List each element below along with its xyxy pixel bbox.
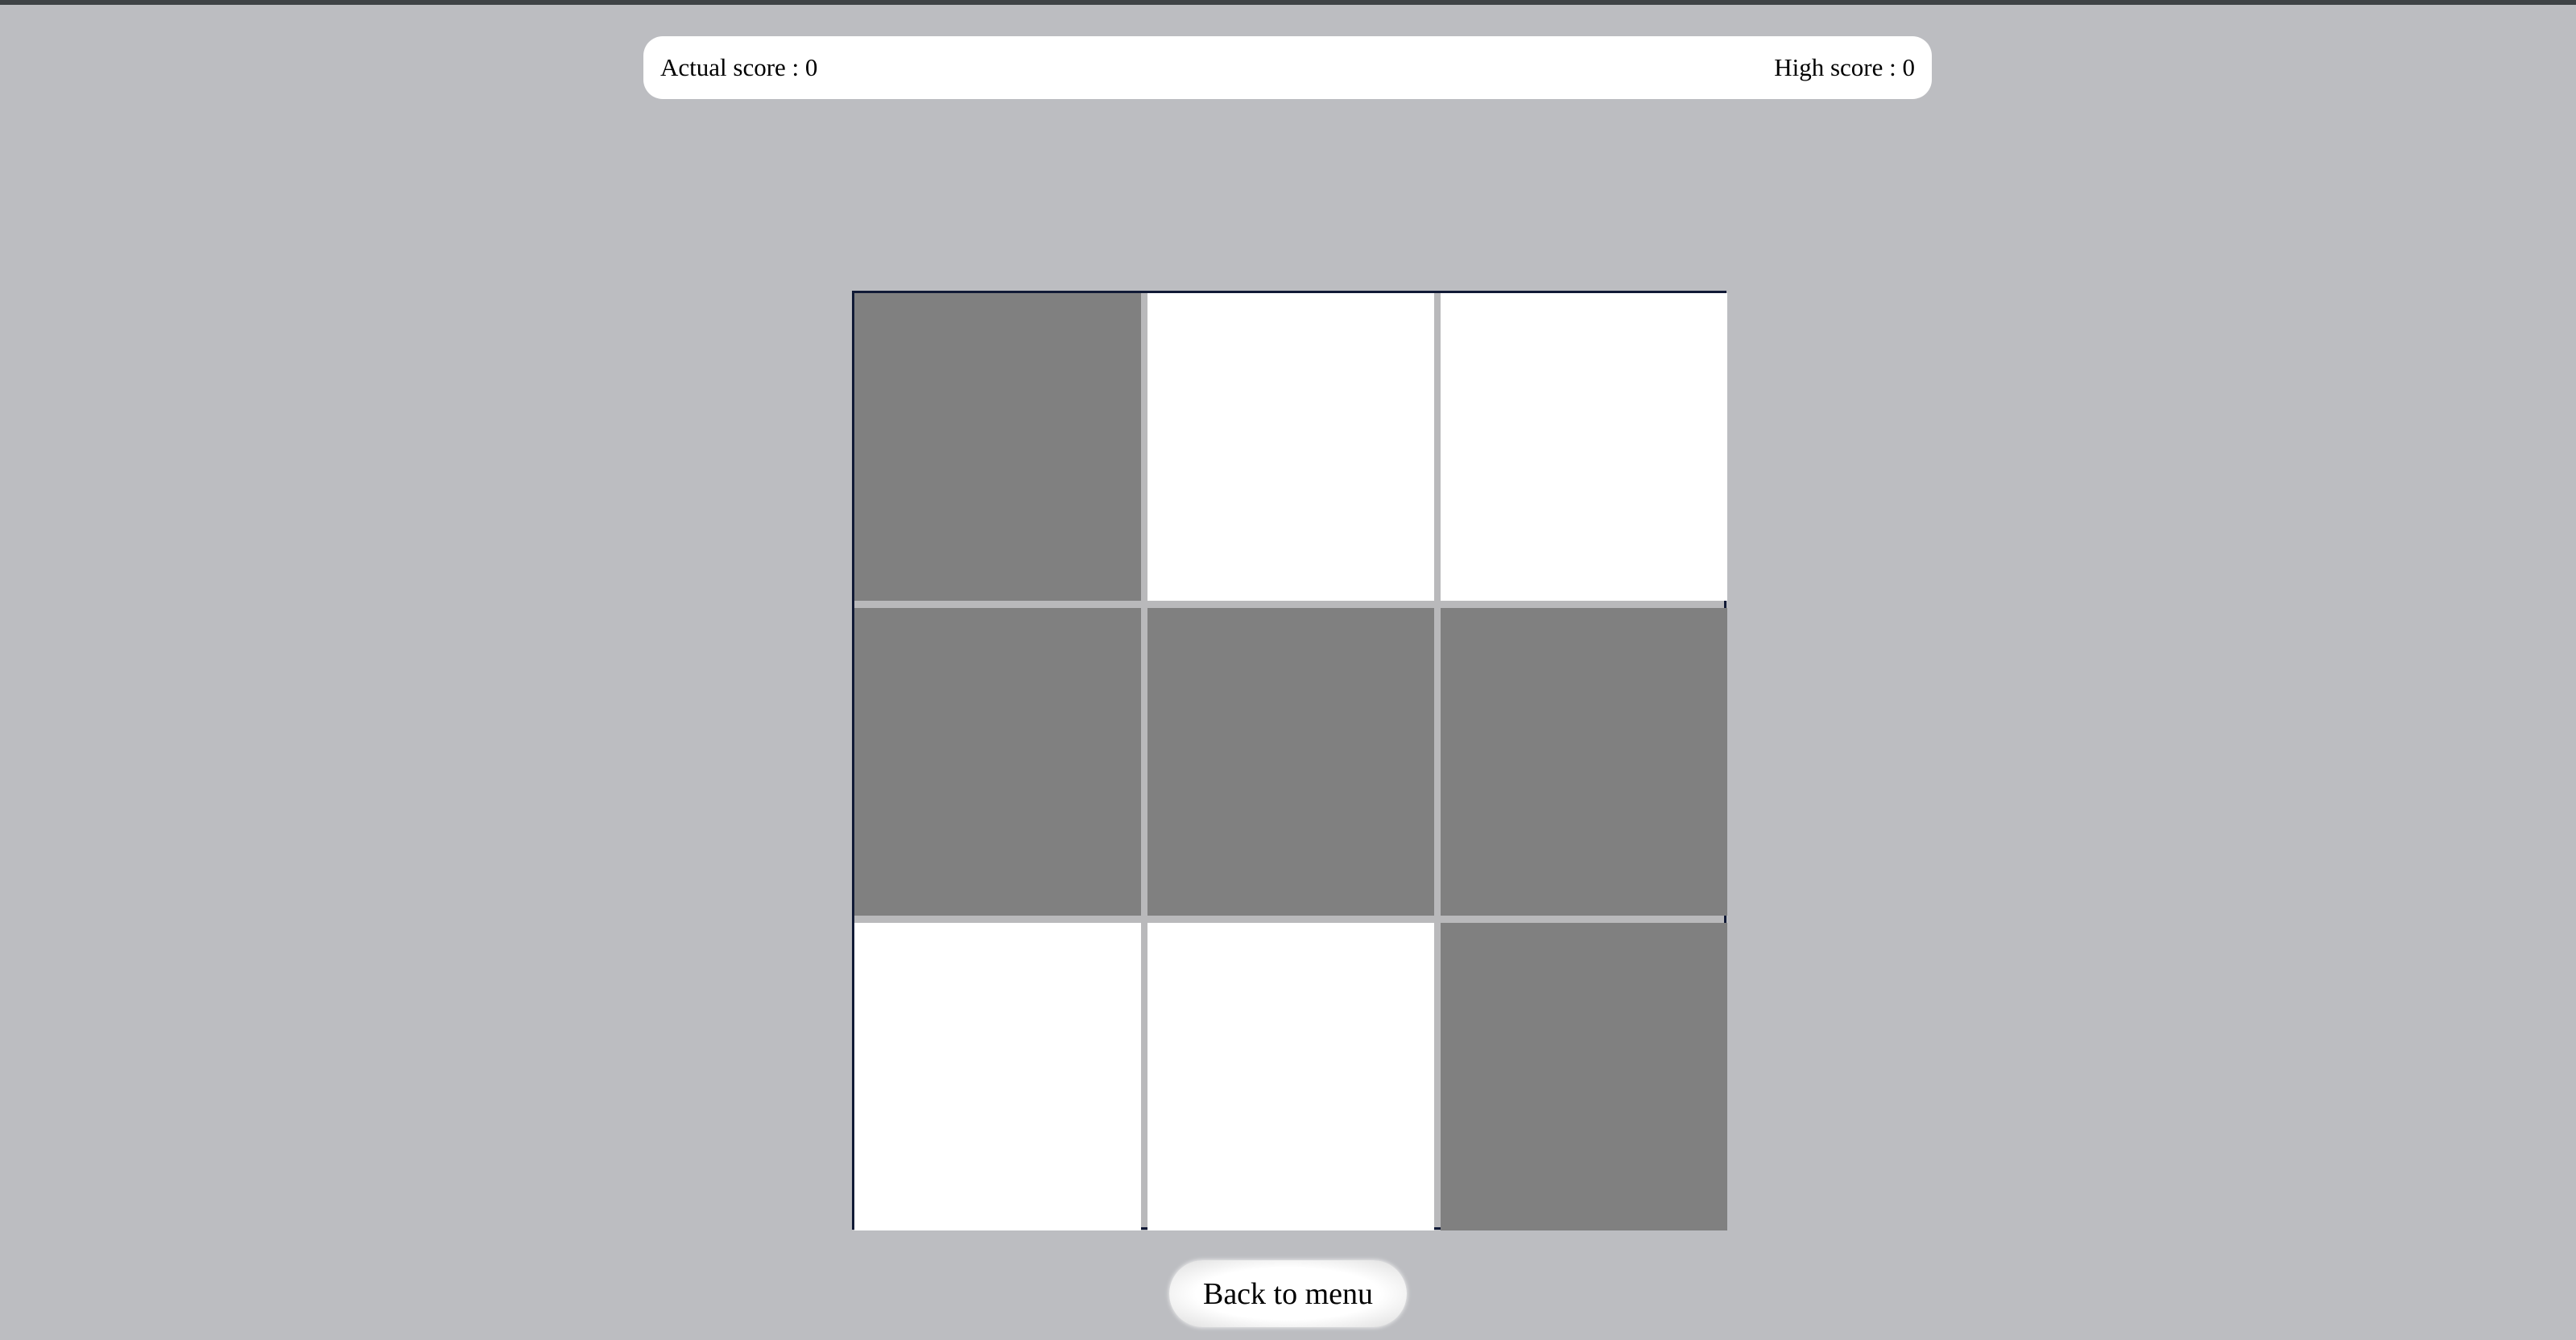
score-bar: Actual score : 0 High score : 0: [643, 36, 1932, 99]
board-cell-r3-c2[interactable]: [1147, 923, 1434, 1230]
board-cell-r1-c3[interactable]: [1441, 293, 1727, 601]
high-score: High score : 0: [1774, 53, 1915, 81]
board-cell-r3-c3[interactable]: [1441, 923, 1727, 1230]
board-cell-r3-c1[interactable]: [854, 923, 1141, 1230]
board-cell-r1-c1[interactable]: [854, 293, 1141, 601]
board-cell-r2-c3[interactable]: [1441, 608, 1727, 916]
game-board: [852, 291, 1727, 1230]
actual-score: Actual score : 0: [660, 53, 818, 81]
board-cell-r2-c2[interactable]: [1147, 608, 1434, 916]
top-rule: [0, 0, 2576, 5]
back-to-menu-button[interactable]: Back to menu: [1169, 1260, 1407, 1327]
board-cell-r2-c1[interactable]: [854, 608, 1141, 916]
board-cell-r1-c2[interactable]: [1147, 293, 1434, 601]
